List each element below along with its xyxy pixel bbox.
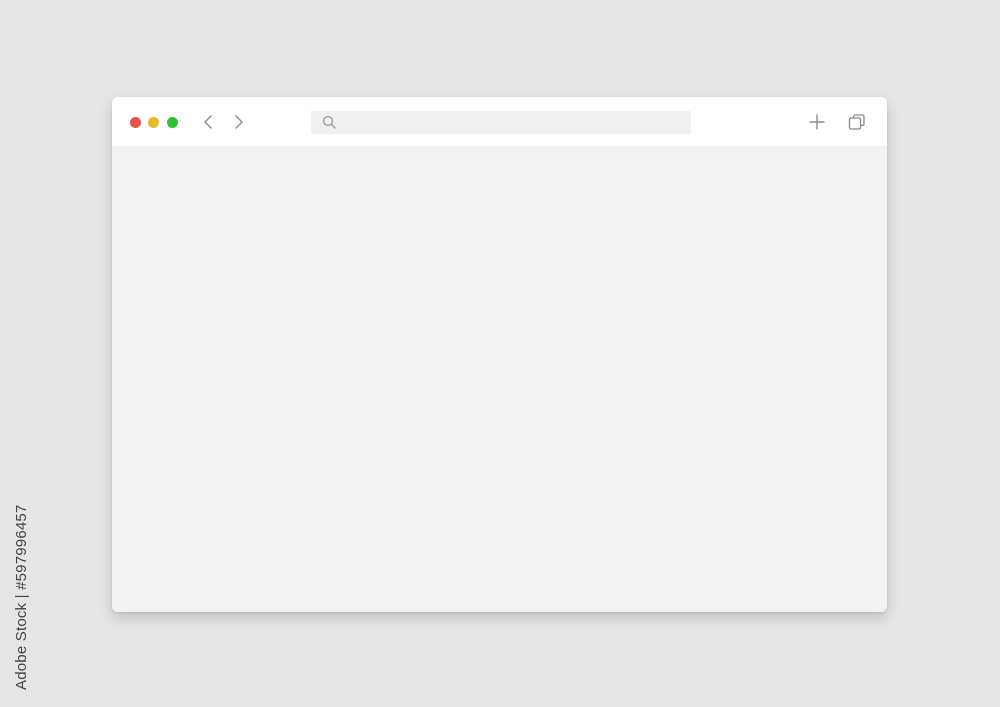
chevron-right-icon	[235, 115, 243, 129]
search-icon	[322, 115, 336, 129]
plus-icon	[809, 114, 825, 130]
browser-toolbar	[112, 97, 887, 146]
tabs-icon	[848, 114, 865, 130]
tabs-button[interactable]	[847, 112, 867, 132]
chevron-left-icon	[204, 115, 212, 129]
page-content-area[interactable]	[112, 146, 887, 612]
new-tab-button[interactable]	[807, 112, 827, 132]
address-input[interactable]	[343, 111, 683, 134]
forward-button[interactable]	[229, 112, 249, 132]
back-button[interactable]	[198, 112, 218, 132]
stock-id-label: Adobe Stock | #597996457	[13, 504, 30, 690]
browser-window	[112, 97, 887, 612]
address-bar[interactable]	[311, 111, 691, 134]
maximize-window-button[interactable]	[167, 117, 178, 128]
close-window-button[interactable]	[130, 117, 141, 128]
minimize-window-button[interactable]	[148, 117, 159, 128]
